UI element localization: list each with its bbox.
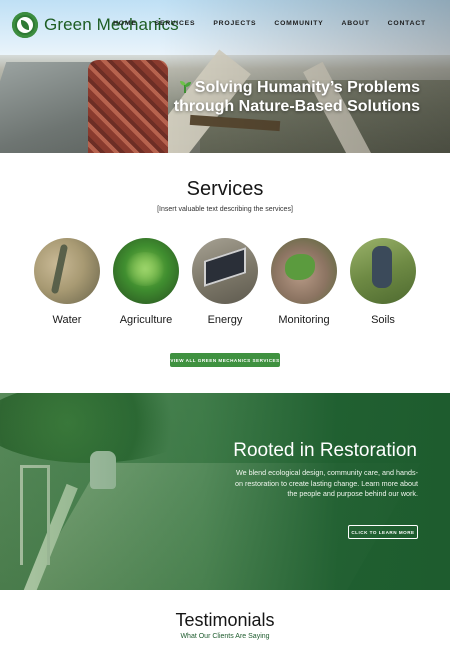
service-water[interactable]: Water [34,238,100,326]
service-label[interactable]: Soils [330,314,436,326]
service-soils[interactable]: Soils [350,238,416,326]
services-list: Water Agriculture Energy Monitoring Soil… [34,238,416,326]
hero-banner: Green Mechanics HOME SERVICES PROJECTS C… [0,0,450,153]
testimonials-subtitle: What Our Clients Are Saying [180,633,270,640]
restoration-body: We blend ecological design, community ca… [235,468,418,498]
services-title: Services [186,178,264,200]
agriculture-image[interactable] [113,238,179,304]
services-subtitle: [Insert valuable text describing the ser… [157,206,293,213]
main-nav: Green Mechanics HOME SERVICES PROJECTS C… [0,0,450,52]
testimonials-section: Testimonials What Our Clients Are Saying [0,590,450,655]
restoration-title: Rooted in Restoration [233,440,417,461]
nav-item-services[interactable]: SERVICES [155,20,196,27]
view-all-services-button[interactable]: VIEW ALL GREEN MECHANICS SERVICES [170,353,280,367]
hero-title: Solving Humanity’s Problems through Natu… [174,78,420,116]
service-monitoring[interactable]: Monitoring [271,238,337,326]
nav-item-home[interactable]: HOME [113,20,137,27]
nav-menu: HOME SERVICES PROJECTS COMMUNITY ABOUT C… [113,20,426,27]
nav-item-contact[interactable]: CONTACT [388,20,426,27]
gear-leaf-logo-icon [12,12,38,38]
water-image[interactable] [34,238,100,304]
sprout-icon [179,81,191,93]
energy-image[interactable] [192,238,258,304]
hero-title-line1: Solving Humanity’s Problems [194,79,420,96]
monitoring-image[interactable] [271,238,337,304]
testimonials-title: Testimonials [175,610,275,630]
nav-item-projects[interactable]: PROJECTS [213,20,256,27]
hero-title-line2: through Nature-Based Solutions [173,98,420,115]
learn-more-button[interactable]: CLICK TO LEARN MORE [348,525,418,539]
nav-item-about[interactable]: ABOUT [342,20,370,27]
service-agriculture[interactable]: Agriculture [113,238,179,326]
soils-image[interactable] [350,238,416,304]
nav-item-community[interactable]: COMMUNITY [274,20,323,27]
services-section: Services [Insert valuable text describin… [0,153,450,393]
service-energy[interactable]: Energy [192,238,258,326]
restoration-section: Rooted in Restoration We blend ecologica… [0,393,450,590]
